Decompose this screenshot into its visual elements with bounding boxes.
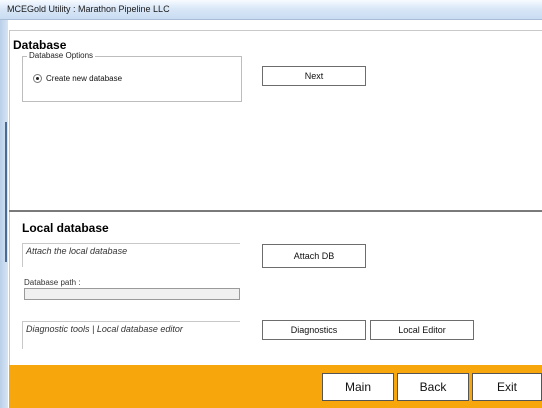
window-title: MCEGold Utility : Marathon Pipeline LLC [7,4,170,14]
database-path-label: Database path : [24,278,81,287]
attach-db-button[interactable]: Attach DB [262,244,366,268]
main-button[interactable]: Main [322,373,394,401]
local-editor-button[interactable]: Local Editor [370,320,474,340]
attach-description-box: Attach the local database [22,243,240,267]
back-button[interactable]: Back [397,373,469,401]
local-database-panel: Local database Attach the local database… [9,212,542,365]
diagnostics-button[interactable]: Diagnostics [262,320,366,340]
attach-description: Attach the local database [26,246,128,256]
title-bar: MCEGold Utility : Marathon Pipeline LLC [0,0,542,20]
database-path-input[interactable] [24,288,240,300]
window-left-border [0,20,8,408]
create-database-label[interactable]: Create new database [46,74,122,83]
next-button[interactable]: Next [262,66,366,86]
database-options-group: Database Options Create new database [22,51,242,102]
footer-bar: Main Back Exit [9,365,542,408]
create-database-radio[interactable] [33,74,42,83]
exit-button[interactable]: Exit [472,373,542,401]
diagnostic-description-box: Diagnostic tools | Local database editor [22,321,240,349]
diagnostic-description: Diagnostic tools | Local database editor [26,324,183,334]
local-database-section-title: Local database [22,221,109,235]
database-section-title: Database [13,38,67,52]
database-options-legend: Database Options [27,51,96,60]
frame-stripe [5,122,7,262]
database-panel: Database Database Options Create new dat… [9,30,542,210]
